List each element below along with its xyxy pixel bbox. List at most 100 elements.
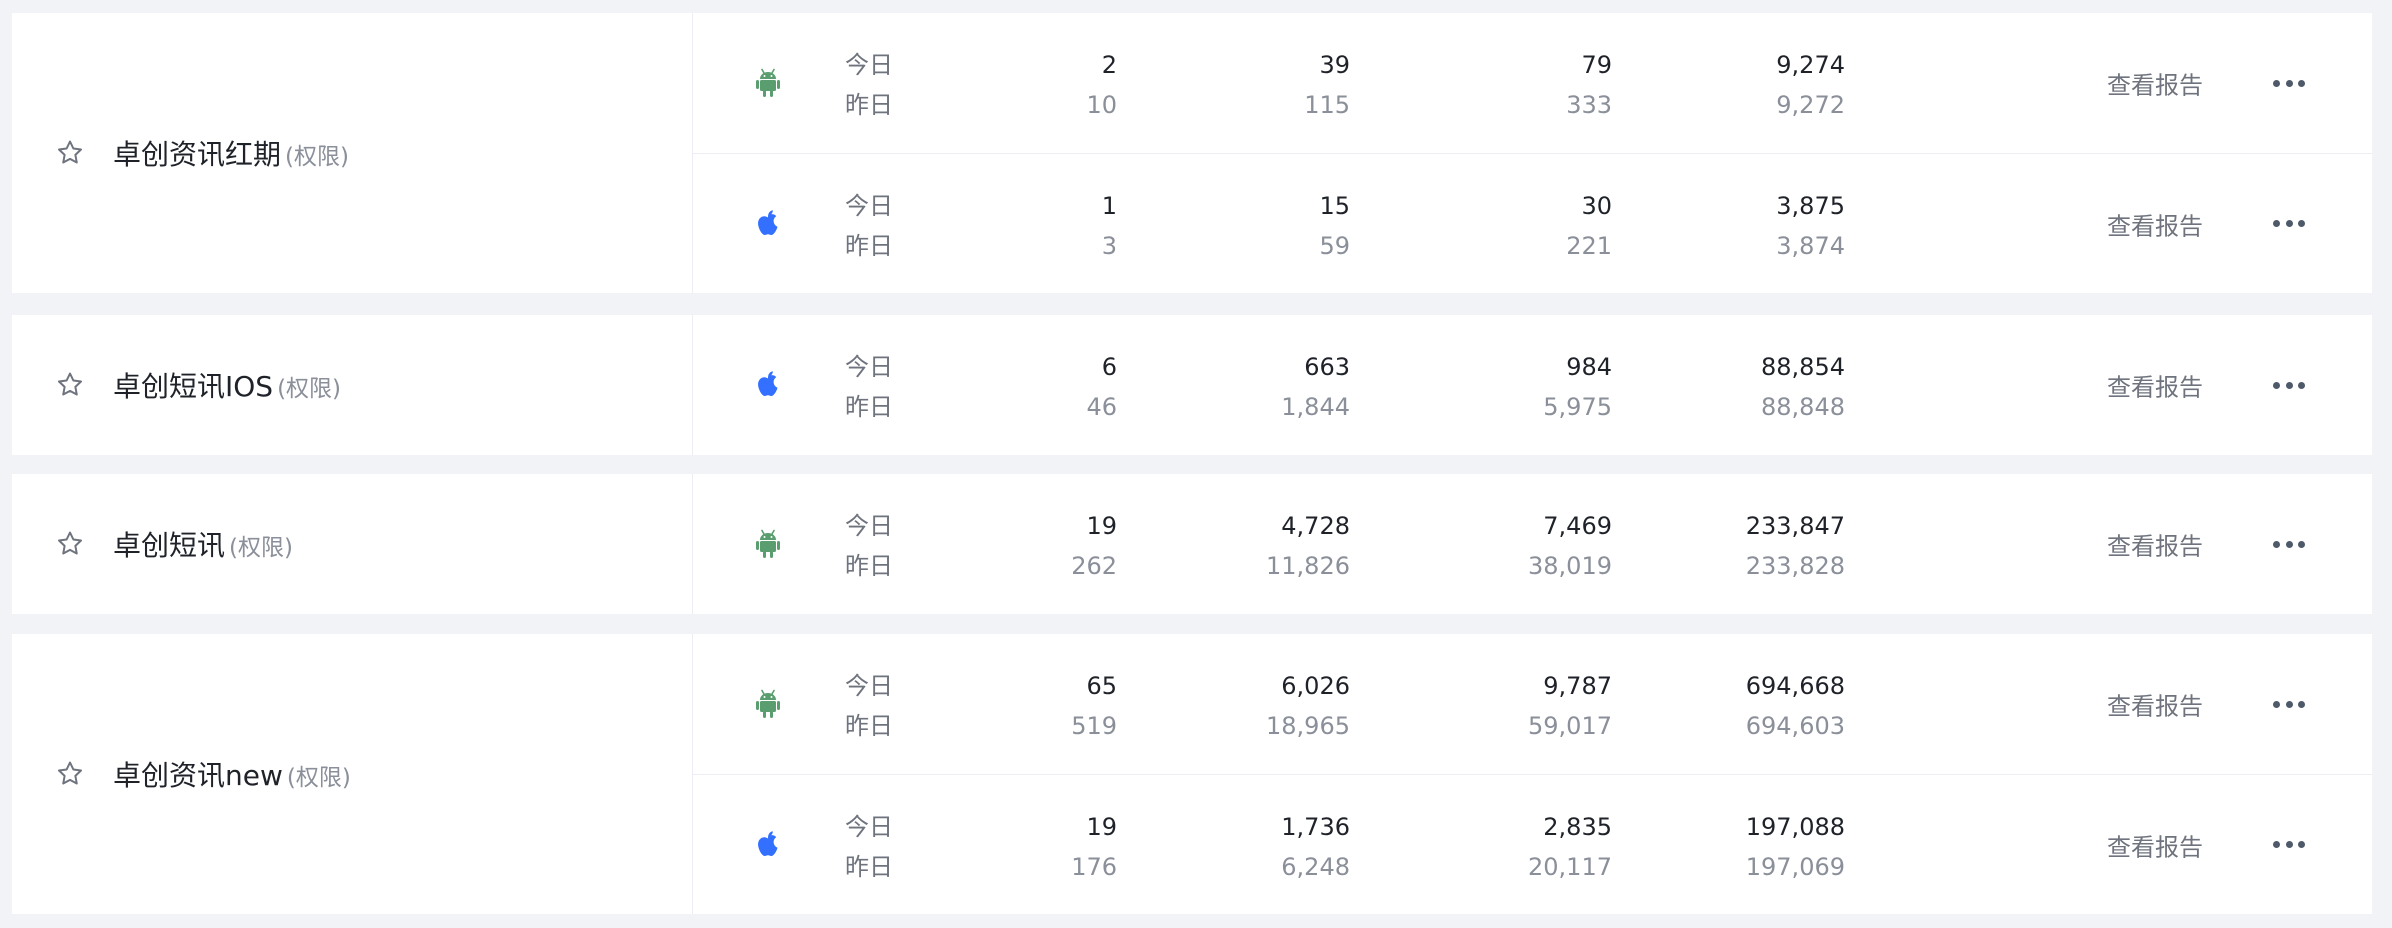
metric-column-3: 79 333 <box>1566 45 1612 125</box>
metric-yesterday-value: 233,828 <box>1745 552 1845 580</box>
app-name[interactable]: 卓创资讯new <box>113 754 283 794</box>
yesterday-label: 昨日 <box>845 232 893 260</box>
metric-yesterday-value: 262 <box>1071 552 1117 580</box>
metric-yesterday-value: 1,844 <box>1281 393 1350 421</box>
metric-today-value: 88,854 <box>1761 353 1845 381</box>
metric-yesterday-value: 221 <box>1566 232 1612 260</box>
metric-column-4: 233,847 233,828 <box>1746 506 1845 586</box>
metric-yesterday-value: 694,603 <box>1745 712 1845 740</box>
day-labels: 今日 昨日 <box>845 45 893 125</box>
metric-yesterday-value: 519 <box>1071 712 1117 740</box>
metric-yesterday-value: 6,248 <box>1281 853 1350 881</box>
metric-column-4: 197,088 197,069 <box>1746 807 1845 887</box>
metric-today-value: 2,835 <box>1543 813 1612 841</box>
metric-yesterday-value: 11,826 <box>1266 552 1350 580</box>
platform-row: 今日 昨日 1 3 15 59 30 221 3,875 3,874 查看报告 <box>693 153 2372 293</box>
apple-icon <box>752 828 784 862</box>
metric-column-2: 15 59 <box>1319 186 1350 266</box>
metric-column-2: 4,728 11,826 <box>1266 506 1350 586</box>
app-info: 卓创短讯IOS (权限) <box>12 315 693 455</box>
app-info: 卓创短讯 (权限) <box>12 474 693 614</box>
permission-label: (权限) <box>286 765 351 791</box>
metric-yesterday-value: 176 <box>1071 853 1117 881</box>
metric-yesterday-value: 18,965 <box>1266 712 1350 740</box>
yesterday-label: 昨日 <box>845 552 893 580</box>
app-card: 卓创资讯红期 (权限) 今日 昨日 2 10 39 115 79 333 9,274 9,272 查看报… <box>12 13 2372 293</box>
metric-today-value: 984 <box>1566 353 1612 381</box>
metric-yesterday-value: 115 <box>1304 91 1350 119</box>
app-name[interactable]: 卓创短讯IOS <box>113 365 273 405</box>
metric-yesterday-value: 59,017 <box>1528 712 1612 740</box>
metric-today-value: 65 <box>1086 672 1117 700</box>
metric-today-value: 694,668 <box>1745 672 1845 700</box>
view-report-link[interactable]: 查看报告 <box>2107 66 2203 101</box>
favorite-star-icon[interactable] <box>54 758 86 790</box>
view-report-link[interactable]: 查看报告 <box>2107 368 2203 403</box>
view-report-link[interactable]: 查看报告 <box>2107 206 2203 241</box>
platform-rows: 今日昨日 19 262 4,728 11,826 7,469 38,019 233,847 23… <box>693 474 2372 614</box>
metric-column-2: 6,026 18,965 <box>1266 666 1350 746</box>
metric-yesterday-value: 9,272 <box>1776 91 1845 119</box>
today-label: 今日 <box>845 512 893 540</box>
today-label: 今日 <box>845 813 893 841</box>
view-report-link[interactable]: 查看报告 <box>2107 687 2203 722</box>
favorite-star-icon[interactable] <box>54 369 86 401</box>
metric-column-4: 88,854 88,848 <box>1761 347 1845 427</box>
android-icon <box>752 66 784 100</box>
yesterday-label: 昨日 <box>845 712 893 740</box>
platform-row: 今日 昨日 65 519 6,026 18,965 9,787 59,017 694,668 69… <box>693 634 2372 774</box>
more-options-icon[interactable] <box>2273 694 2305 714</box>
metric-today-value: 15 <box>1319 192 1350 220</box>
app-name-group: 卓创短讯 (权限) <box>113 524 293 564</box>
metric-column-4: 694,668 694,603 <box>1746 666 1845 746</box>
more-options-icon[interactable] <box>2273 375 2305 395</box>
app-name-group: 卓创资讯红期 (权限) <box>113 133 349 173</box>
metric-yesterday-value: 38,019 <box>1528 552 1612 580</box>
more-options-icon[interactable] <box>2273 534 2305 554</box>
metric-today-value: 79 <box>1581 51 1612 79</box>
metric-yesterday-value: 197,069 <box>1745 853 1845 881</box>
metric-column-3: 9,787 59,017 <box>1528 666 1612 746</box>
day-labels: 今日 昨日 <box>845 347 893 427</box>
metric-yesterday-value: 88,848 <box>1761 393 1845 421</box>
app-card: 卓创短讯 (权限) 今日昨日 19 262 4,728 11,826 7,469 38,019 2… <box>12 474 2372 614</box>
metric-column-3: 30 221 <box>1566 186 1612 266</box>
metric-today-value: 7,469 <box>1543 512 1612 540</box>
platform-row: 今日昨日 19 262 4,728 11,826 7,469 38,019 233,847 23… <box>693 474 2372 614</box>
apple-icon <box>752 368 784 402</box>
app-info: 卓创资讯红期 (权限) <box>12 13 693 293</box>
app-card: 卓创短讯IOS (权限) 今日 昨日 6 46 663 1,844 984 5,975 88,854… <box>12 315 2372 455</box>
favorite-star-icon[interactable] <box>54 528 86 560</box>
metric-yesterday-value: 5,975 <box>1543 393 1612 421</box>
permission-label: (权限) <box>229 535 293 561</box>
metric-column-2: 663 1,844 <box>1281 347 1350 427</box>
app-name[interactable]: 卓创资讯红期 <box>113 133 281 173</box>
metric-column-4: 3,875 3,874 <box>1776 186 1845 266</box>
app-name[interactable]: 卓创短讯 <box>113 524 225 564</box>
platform-rows: 今日 昨日 6 46 663 1,844 984 5,975 88,854 88,848 查看报告 <box>693 315 2372 455</box>
favorite-star-icon[interactable] <box>54 137 86 169</box>
apple-icon <box>752 207 784 241</box>
platform-row: 今日 昨日 6 46 663 1,844 984 5,975 88,854 88,848 查看报告 <box>693 315 2372 455</box>
metric-today-value: 9,274 <box>1776 51 1845 79</box>
day-labels: 今日 昨日 <box>845 506 893 586</box>
metric-yesterday-value: 3 <box>1101 232 1117 260</box>
more-options-icon[interactable] <box>2273 73 2305 93</box>
more-options-icon[interactable] <box>2273 835 2305 855</box>
metric-column-1: 65 519 <box>1071 666 1117 746</box>
platform-row: 今日 昨日 2 10 39 115 79 333 9,274 9,272 查看报告 <box>693 13 2372 153</box>
view-report-link[interactable]: 查看报告 <box>2107 827 2203 862</box>
view-report-link[interactable]: 查看报告 <box>2107 527 2203 562</box>
day-labels: 今日 昨日 <box>845 186 893 266</box>
today-label: 今日 <box>845 192 893 220</box>
more-options-icon[interactable] <box>2273 214 2305 234</box>
today-label: 今日 <box>845 353 893 381</box>
platform-row: 今日 昨日 19 176 1,736 6,248 2,835 20,117 197,088 197… <box>693 774 2372 914</box>
metric-today-value: 19 <box>1086 512 1117 540</box>
metric-column-1: 6 46 <box>1086 347 1117 427</box>
metric-yesterday-value: 20,117 <box>1528 853 1612 881</box>
android-icon <box>752 687 784 721</box>
metric-today-value: 6 <box>1101 353 1117 381</box>
metric-today-value: 6,026 <box>1281 672 1350 700</box>
metric-yesterday-value: 46 <box>1086 393 1117 421</box>
